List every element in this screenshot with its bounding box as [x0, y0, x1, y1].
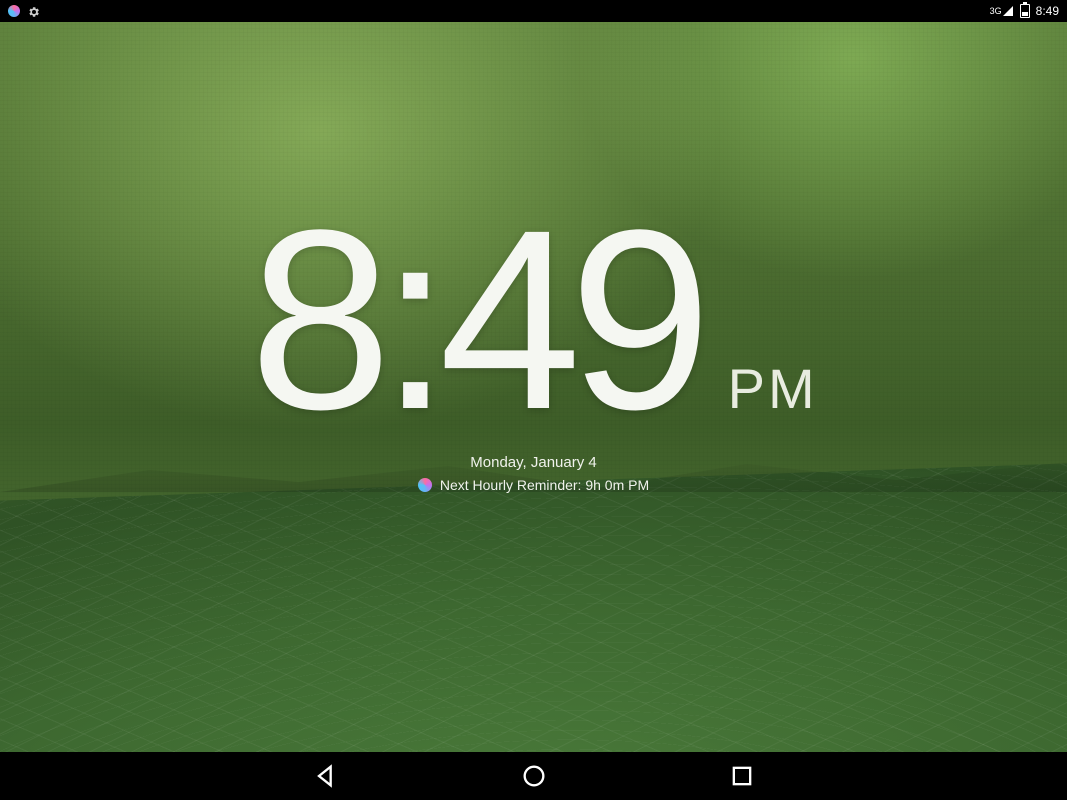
status-bar-left [8, 5, 40, 17]
reminder-app-icon [418, 478, 432, 492]
home-button[interactable] [520, 762, 548, 790]
cellular-signal-icon: 3G [990, 5, 1014, 17]
recent-apps-button[interactable] [728, 762, 756, 790]
status-time: 8:49 [1036, 4, 1059, 18]
clock-date: Monday, January 4 [0, 454, 1067, 471]
clock-ampm: PM [728, 356, 818, 421]
wallpaper[interactable]: 8:49 PM Monday, January 4 Next Hourly Re… [0, 22, 1067, 752]
clock-main: 8:49 PM [0, 192, 1067, 448]
wallpaper-leaf-layer [0, 462, 1067, 752]
app-notification-icon [8, 5, 20, 17]
clock-time: 8:49 [249, 192, 699, 448]
status-bar[interactable]: 3G 8:49 [0, 0, 1067, 22]
clock-widget[interactable]: 8:49 PM Monday, January 4 Next Hourly Re… [0, 192, 1067, 493]
signal-label: 3G [990, 6, 1002, 16]
reminder-text: Next Hourly Reminder: 9h 0m PM [440, 477, 649, 493]
status-bar-right: 3G 8:49 [990, 4, 1059, 18]
gear-icon [28, 5, 40, 17]
navigation-bar [0, 752, 1067, 800]
reminder-row: Next Hourly Reminder: 9h 0m PM [0, 477, 1067, 493]
back-button[interactable] [312, 762, 340, 790]
battery-icon [1020, 4, 1030, 18]
